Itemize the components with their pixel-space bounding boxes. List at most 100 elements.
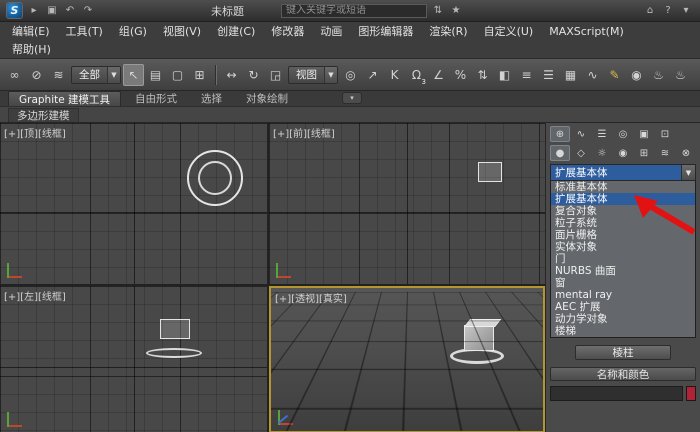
menu-item[interactable]: 渲染(R) bbox=[421, 22, 475, 40]
undo-icon[interactable]: ↶ bbox=[62, 3, 78, 19]
layer-manager-icon[interactable]: ☰ bbox=[538, 64, 559, 86]
select-object-icon[interactable]: ↖ bbox=[123, 63, 144, 86]
object-color-swatch[interactable] bbox=[686, 386, 696, 401]
render-setup-icon[interactable]: ♨ bbox=[648, 64, 669, 86]
select-and-link-icon[interactable]: ∞ bbox=[4, 64, 25, 86]
droplist-item[interactable]: 窗 bbox=[551, 277, 695, 289]
curve-editor-icon[interactable]: ∿ bbox=[582, 64, 603, 86]
hierarchy-tab-icon[interactable]: ☰ bbox=[592, 126, 612, 142]
modify-tab-icon[interactable]: ∿ bbox=[571, 126, 591, 142]
workspace-icon[interactable]: ▸ bbox=[26, 3, 42, 19]
create-tab-icon[interactable]: ⊕ bbox=[550, 126, 570, 142]
menu-item[interactable]: 工具(T) bbox=[58, 22, 111, 40]
droplist-item[interactable]: 门 bbox=[551, 253, 695, 265]
unlink-selection-icon[interactable]: ⊘ bbox=[26, 64, 47, 86]
graphite-ribbon-toggle-icon[interactable]: ▦ bbox=[560, 64, 581, 86]
droplist-item[interactable]: NURBS 曲面 bbox=[551, 265, 695, 277]
name-color-rollout-header[interactable]: 名称和颜色 bbox=[550, 367, 696, 381]
viewport-front[interactable]: [+][前][线框] bbox=[269, 123, 545, 284]
window-crossing-icon[interactable]: ⊞ bbox=[189, 64, 210, 86]
menu-item[interactable]: 自定义(U) bbox=[476, 22, 542, 40]
droplist-item[interactable]: 动力学对象 bbox=[551, 313, 695, 325]
selection-filter-dropdown[interactable]: 全部 ▼ bbox=[71, 65, 121, 84]
infocenter-more-icon[interactable]: ▾ bbox=[678, 3, 694, 19]
select-and-move-icon[interactable]: ↔ bbox=[221, 64, 242, 86]
menu-item[interactable]: 创建(C) bbox=[209, 22, 263, 40]
rectangular-selection-region-icon[interactable]: ▢ bbox=[167, 64, 188, 86]
infocenter-search-input[interactable] bbox=[281, 3, 427, 18]
droplist-item[interactable]: 实体对象 bbox=[551, 241, 695, 253]
render-production-icon[interactable]: ♨ bbox=[670, 64, 691, 86]
select-and-scale-icon[interactable]: ◲ bbox=[265, 64, 286, 86]
use-pivot-point-center-icon[interactable]: ◎ bbox=[340, 64, 361, 86]
select-by-name-icon[interactable]: ▤ bbox=[145, 64, 166, 86]
cameras-category-icon[interactable]: ◉ bbox=[613, 145, 633, 161]
search-history-icon[interactable]: ⇅ bbox=[430, 3, 446, 19]
helpers-category-icon[interactable]: ⊞ bbox=[634, 145, 654, 161]
help-icon[interactable]: ? bbox=[660, 3, 676, 19]
pencil-icon[interactable]: ✎ bbox=[604, 64, 625, 86]
3ds-max-logo-icon[interactable]: S bbox=[6, 2, 23, 19]
lights-category-icon[interactable]: ☼ bbox=[592, 145, 612, 161]
ribbon-tab[interactable]: 自由形式 bbox=[125, 91, 187, 106]
space-warps-category-icon[interactable]: ≋ bbox=[655, 145, 675, 161]
utilities-tab-icon[interactable]: ⊡ bbox=[655, 126, 675, 142]
object-name-input[interactable] bbox=[550, 386, 683, 401]
viewport-top-label[interactable]: [+][顶][线框] bbox=[4, 125, 66, 140]
droplist-item[interactable]: 扩展基本体 bbox=[551, 193, 695, 205]
favorites-icon[interactable]: ★ bbox=[448, 3, 464, 19]
geometry-category-icon[interactable]: ● bbox=[550, 145, 570, 161]
menu-item[interactable]: 修改器 bbox=[263, 22, 312, 40]
redo-icon[interactable]: ↷ bbox=[80, 3, 96, 19]
motion-tab-icon[interactable]: ◎ bbox=[613, 126, 633, 142]
viewport-perspective-label[interactable]: [+][透视][真实] bbox=[275, 290, 347, 305]
viewport-top[interactable]: [+][顶][线框] bbox=[0, 123, 267, 284]
menu-item[interactable]: 组(G) bbox=[111, 22, 155, 40]
subcategory-dropdown[interactable]: 扩展基本体 ▼ bbox=[550, 164, 696, 181]
save-icon[interactable]: ▣ bbox=[44, 3, 60, 19]
keyboard-override-icon[interactable]: K bbox=[384, 64, 405, 86]
viewport-left[interactable]: [+][左][线框] bbox=[0, 286, 267, 432]
box-object[interactable] bbox=[478, 162, 502, 182]
menu-item[interactable]: MAXScript(M) bbox=[541, 22, 632, 40]
angle-snap-icon[interactable]: ∠ bbox=[428, 64, 449, 86]
ribbon-minimize-icon[interactable]: ▾ bbox=[342, 92, 363, 104]
droplist-item[interactable]: 标准基本体 bbox=[551, 181, 695, 193]
droplist-item[interactable]: 复合对象 bbox=[551, 205, 695, 217]
torus-object[interactable] bbox=[187, 150, 243, 206]
droplist-item[interactable]: 楼梯 bbox=[551, 325, 695, 337]
snap-toggle-3d-icon[interactable]: Ω3 bbox=[406, 64, 427, 86]
box-object[interactable] bbox=[160, 319, 190, 339]
ribbon-tab[interactable]: 选择 bbox=[191, 91, 232, 106]
droplist-item[interactable]: mental ray bbox=[551, 289, 695, 301]
align-icon[interactable]: ≡ bbox=[516, 64, 537, 86]
droplist-item[interactable]: 粒子系统 bbox=[551, 217, 695, 229]
display-tab-icon[interactable]: ▣ bbox=[634, 126, 654, 142]
spinner-snap-icon[interactable]: ⇅ bbox=[472, 64, 493, 86]
torus-object[interactable] bbox=[146, 348, 202, 358]
polygon-modeling-panel-tab[interactable]: 多边形建模 bbox=[8, 107, 79, 122]
mirror-icon[interactable]: ◧ bbox=[494, 64, 515, 86]
box-object[interactable] bbox=[464, 325, 494, 351]
menu-item[interactable]: 图形编辑器 bbox=[350, 22, 421, 40]
bind-to-space-warp-icon[interactable]: ≋ bbox=[48, 64, 69, 86]
menu-item[interactable]: 视图(V) bbox=[155, 22, 209, 40]
ribbon-tab[interactable]: 对象绘制 bbox=[236, 91, 298, 106]
viewport-perspective[interactable]: [+][透视][真实] bbox=[269, 286, 545, 432]
menu-item[interactable]: 编辑(E) bbox=[4, 22, 58, 40]
reference-coordinate-dropdown[interactable]: 视图 ▼ bbox=[288, 65, 338, 84]
viewport-front-label[interactable]: [+][前][线框] bbox=[273, 125, 335, 140]
select-and-rotate-icon[interactable]: ↻ bbox=[243, 64, 264, 86]
prism-button[interactable]: 棱柱 bbox=[575, 345, 671, 360]
systems-category-icon[interactable]: ⊗ bbox=[676, 145, 696, 161]
menu-item[interactable]: 动画 bbox=[312, 22, 350, 40]
communication-center-icon[interactable]: ⌂ bbox=[642, 3, 658, 19]
select-and-manipulate-icon[interactable]: ↗ bbox=[362, 64, 383, 86]
menu-item[interactable]: 帮助(H) bbox=[4, 40, 59, 58]
viewport-left-label[interactable]: [+][左][线框] bbox=[4, 288, 66, 303]
percent-snap-icon[interactable]: % bbox=[450, 64, 471, 86]
material-editor-icon[interactable]: ◉ bbox=[626, 64, 647, 86]
droplist-item[interactable]: 面片栅格 bbox=[551, 229, 695, 241]
shapes-category-icon[interactable]: ◇ bbox=[571, 145, 591, 161]
ribbon-tab[interactable]: Graphite 建模工具 bbox=[8, 91, 122, 106]
